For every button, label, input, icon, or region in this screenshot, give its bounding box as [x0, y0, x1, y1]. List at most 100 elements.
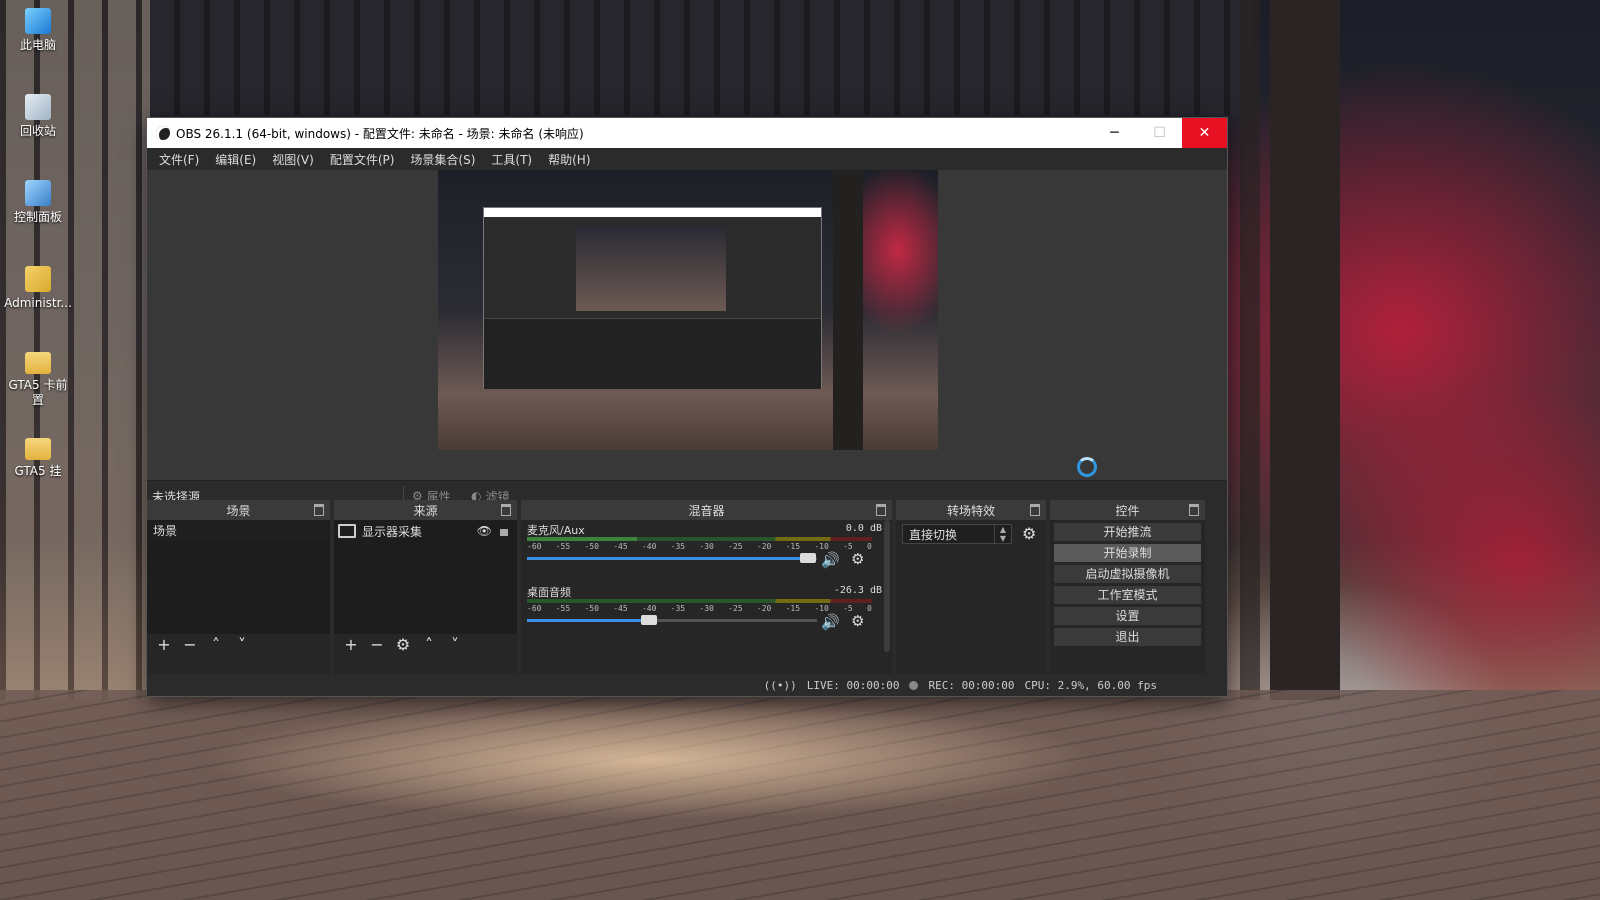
desktop-icon-gta5-pre[interactable]: GTA5 卡前置: [4, 352, 72, 408]
menu-profile[interactable]: 配置文件(P): [322, 151, 403, 168]
volume-slider[interactable]: [527, 553, 817, 563]
scenes-title: 场景: [226, 503, 251, 518]
desktop-icon-label: 回收站: [19, 124, 56, 138]
undock-icon[interactable]: [501, 504, 511, 516]
transition-select[interactable]: 直接切换 ▲ ▼: [902, 524, 1012, 544]
volume-slider[interactable]: [527, 615, 817, 625]
meter-scale-tick: -10: [814, 542, 829, 551]
meter-scale: -60 -55 -50 -45 -40 -35 -30 -25 -20 -15 -10 -5 0: [527, 542, 872, 551]
move-down-icon[interactable]: ˅: [444, 635, 466, 654]
title-bar[interactable]: OBS 26.1.1 (64-bit, windows) - 配置文件: 未命名…: [147, 118, 1227, 148]
move-up-icon[interactable]: ˄: [205, 635, 227, 654]
dock-header[interactable]: 场景: [147, 500, 330, 520]
folder-icon: [25, 438, 51, 460]
start-recording-button[interactable]: 开始录制: [1054, 544, 1201, 562]
volume-meter: [527, 599, 872, 603]
gear-icon[interactable]: ⚙: [851, 612, 864, 630]
live-icon: ((•)): [763, 678, 797, 692]
move-up-icon[interactable]: ˄: [418, 635, 440, 654]
exit-button[interactable]: 退出: [1054, 628, 1201, 646]
undock-icon[interactable]: [876, 504, 886, 516]
meter-scale-tick: -60: [527, 542, 542, 551]
start-virtual-camera-button[interactable]: 启动虚拟摄像机: [1054, 565, 1201, 583]
controls-title: 控件: [1115, 503, 1140, 518]
nested-docks: [484, 318, 821, 389]
obs-window: OBS 26.1.1 (64-bit, windows) - 配置文件: 未命名…: [147, 118, 1227, 696]
volume-slider-handle[interactable]: [640, 615, 657, 625]
transition-select-value: 直接切换: [909, 527, 958, 542]
desktop-icon-label: 控制面板: [13, 210, 62, 224]
preview-area[interactable]: [147, 170, 1227, 480]
window-controls: ─ ☐ ✕: [1092, 118, 1227, 148]
scene-item[interactable]: 场景: [149, 522, 329, 540]
user-folder-icon: [25, 266, 51, 292]
preview-canvas[interactable]: [438, 170, 938, 450]
speaker-icon[interactable]: 🔊: [821, 613, 840, 631]
maximize-button[interactable]: ☐: [1137, 118, 1182, 148]
sources-list: 显示器采集 👁: [334, 520, 517, 634]
menu-scene-collection[interactable]: 场景集合(S): [402, 151, 483, 168]
dock-header[interactable]: 来源: [334, 500, 517, 520]
add-icon[interactable]: +: [340, 635, 362, 654]
wallpaper-glow: [200, 700, 1100, 820]
desktop-icon-this-pc[interactable]: 此电脑: [4, 8, 72, 53]
volume-slider-fill: [527, 557, 809, 560]
menu-help[interactable]: 帮助(H): [540, 151, 598, 168]
desktop-icon-control-panel[interactable]: 控制面板: [4, 180, 72, 225]
undock-icon[interactable]: [1030, 504, 1040, 516]
desktop-icon-gta5-hang[interactable]: GTA5 挂: [4, 438, 72, 479]
monitor-icon: [338, 524, 356, 538]
mixer-title: 混音器: [688, 503, 725, 518]
scenes-list: 场景: [147, 520, 330, 634]
dock-area: 场景 场景 + − ˄ ˅ 来源 显示器采集 👁 + − ⚙ ˄ ˅ 混音器 麦…: [147, 500, 1227, 676]
undock-icon[interactable]: [1189, 504, 1199, 516]
gear-icon[interactable]: ⚙: [392, 635, 414, 654]
meter-scale-tick: -25: [728, 542, 743, 551]
menu-file[interactable]: 文件(F): [151, 151, 207, 168]
obs-logo-icon: [156, 126, 170, 140]
control-panel-icon: [25, 180, 51, 206]
start-streaming-button[interactable]: 开始推流: [1054, 523, 1201, 541]
gear-icon[interactable]: ⚙: [851, 550, 864, 568]
studio-mode-button[interactable]: 工作室模式: [1054, 586, 1201, 604]
gear-icon[interactable]: ⚙: [1022, 524, 1036, 543]
add-icon[interactable]: +: [153, 635, 175, 654]
desktop-icon-administrator[interactable]: Administr...: [4, 266, 72, 311]
dock-header[interactable]: 转场特效: [896, 500, 1046, 520]
folder-icon: [25, 352, 51, 374]
rec-status: REC: 00:00:00: [928, 678, 1015, 692]
remove-icon[interactable]: −: [366, 635, 388, 654]
lock-icon[interactable]: [500, 529, 508, 536]
speaker-icon[interactable]: 🔊: [821, 551, 840, 569]
volume-slider-handle[interactable]: [800, 553, 817, 563]
desktop-icon-recycle-bin[interactable]: 回收站: [4, 94, 72, 139]
dock-header[interactable]: 控件: [1050, 500, 1205, 520]
mixer-scrollbar[interactable]: [884, 520, 890, 652]
meter-scale: -60 -55 -50 -45 -40 -35 -30 -25 -20 -15 -10 -5 0: [527, 604, 872, 613]
channel-name: 桌面音频: [527, 586, 571, 599]
close-button[interactable]: ✕: [1182, 118, 1227, 148]
meter-scale-tick: -40: [641, 542, 657, 551]
eye-icon[interactable]: 👁: [477, 524, 492, 538]
minimize-button[interactable]: ─: [1092, 118, 1137, 148]
preview-pillar: [833, 170, 863, 450]
dock-header[interactable]: 混音器: [521, 500, 892, 520]
meter-scale-tick: -50: [584, 604, 599, 613]
sources-toolbar: + − ⚙ ˄ ˅: [334, 634, 466, 654]
move-down-icon[interactable]: ˅: [231, 635, 253, 654]
scenes-dock: 场景 场景 + − ˄ ˅: [147, 500, 330, 676]
menu-view[interactable]: 视图(V): [264, 151, 322, 168]
channel-db: -26.3 dB: [833, 585, 882, 596]
menu-tools[interactable]: 工具(T): [483, 151, 540, 168]
meter-scale-tick: -35: [670, 604, 686, 613]
source-item[interactable]: 显示器采集 👁: [338, 522, 512, 540]
settings-button[interactable]: 设置: [1054, 607, 1201, 625]
menu-edit[interactable]: 编辑(E): [207, 151, 264, 168]
remove-icon[interactable]: −: [179, 635, 201, 654]
loading-spinner-icon: [1077, 457, 1097, 477]
channel-db: 0.0 dB: [845, 523, 882, 534]
status-bar: ((•)) LIVE: 00:00:00 REC: 00:00:00 CPU: …: [147, 674, 1227, 696]
spin-arrows-icon[interactable]: ▲ ▼: [994, 525, 1011, 543]
meter-scale-tick: -40: [641, 604, 657, 613]
undock-icon[interactable]: [314, 504, 324, 516]
